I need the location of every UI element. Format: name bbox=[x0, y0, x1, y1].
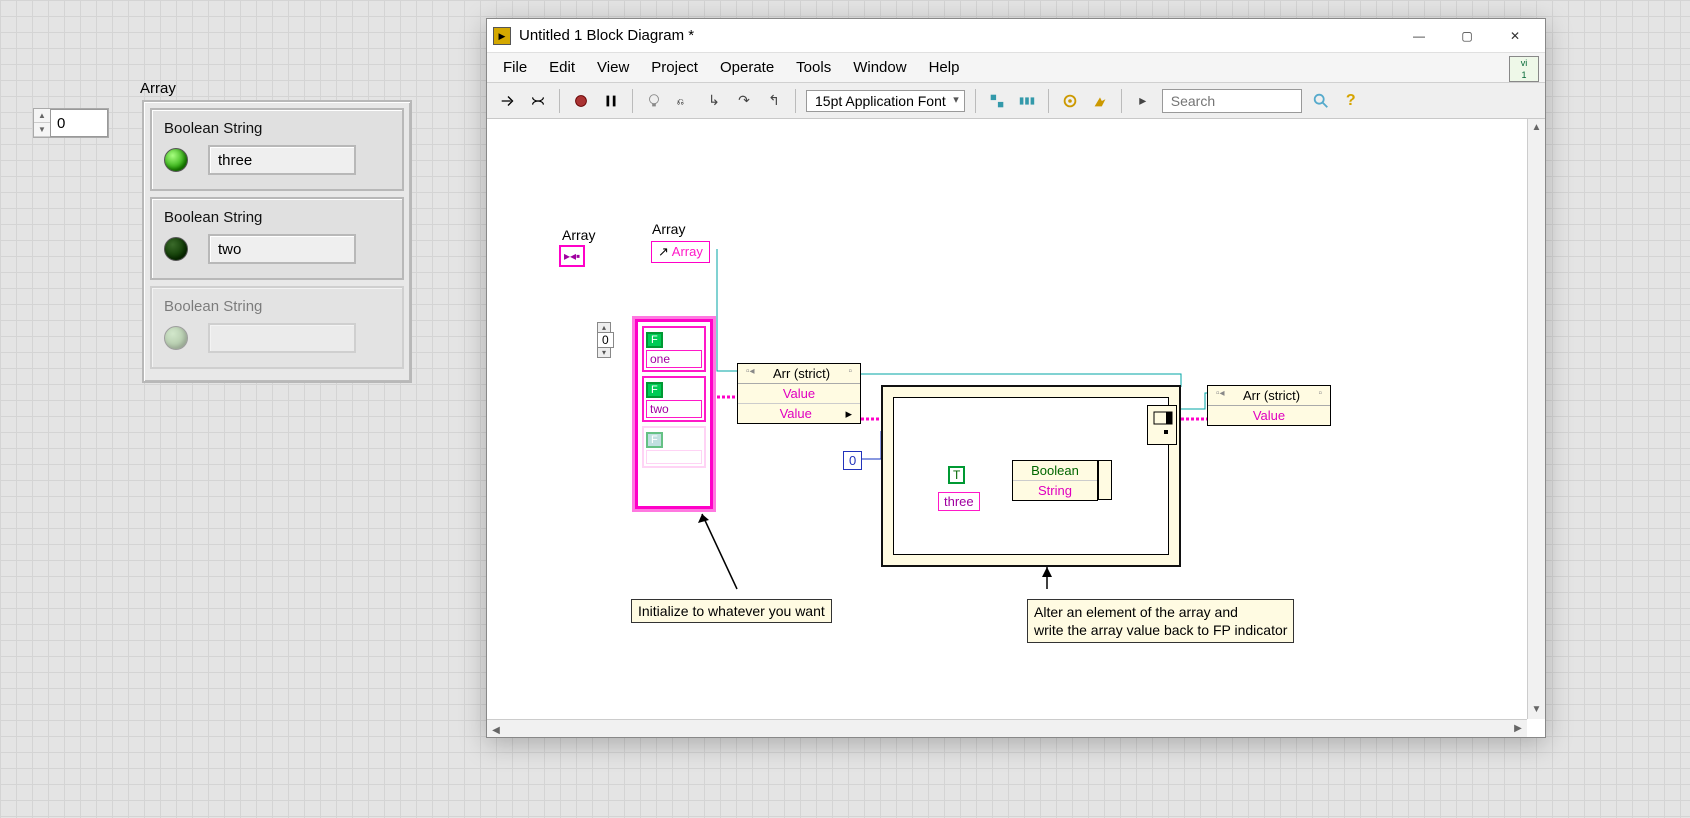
array-frame: Boolean String three Boolean String two … bbox=[142, 100, 412, 383]
help-icon[interactable]: ? bbox=[1340, 90, 1362, 112]
abort-icon[interactable] bbox=[570, 90, 592, 112]
note-line: Alter an element of the array and bbox=[1034, 603, 1287, 621]
minimize-button[interactable]: — bbox=[1395, 21, 1443, 51]
bundle-terminal-icon bbox=[1098, 460, 1112, 500]
property-node-arr-strict-2[interactable]: ▫◂Arr (strict)▫ Value bbox=[1207, 385, 1331, 426]
menu-help[interactable]: Help bbox=[919, 56, 970, 79]
highlight-bulb-icon[interactable] bbox=[643, 90, 665, 112]
cluster-title: Boolean String bbox=[164, 120, 390, 137]
boolean-led-icon[interactable] bbox=[164, 148, 188, 172]
array-element-0[interactable]: Boolean String three bbox=[150, 108, 404, 191]
cluster-title: Boolean String bbox=[164, 298, 390, 315]
scroll-up-icon[interactable]: ▲ bbox=[1528, 119, 1545, 137]
index-increment-icon[interactable]: ▲ bbox=[34, 109, 50, 123]
step-over-icon[interactable]: ↷ bbox=[733, 90, 755, 112]
menu-edit[interactable]: Edit bbox=[539, 56, 585, 79]
bundle-by-name-node[interactable]: Boolean String bbox=[1012, 460, 1098, 501]
menu-view[interactable]: View bbox=[587, 56, 639, 79]
search-icon[interactable] bbox=[1310, 90, 1332, 112]
note-alter[interactable]: Alter an element of the array and write … bbox=[1027, 599, 1294, 643]
string-input[interactable]: two bbox=[208, 234, 356, 264]
build-output-node[interactable] bbox=[1147, 405, 1177, 445]
bool-const[interactable]: F bbox=[646, 332, 663, 348]
prop-node-title: Arr (strict) bbox=[773, 366, 830, 381]
boolean-led-icon[interactable] bbox=[164, 326, 188, 350]
array-label: Array bbox=[140, 80, 176, 97]
menu-project[interactable]: Project bbox=[641, 56, 708, 79]
titlebar[interactable]: ▶ Untitled 1 Block Diagram * — ▢ ✕ bbox=[487, 19, 1545, 53]
string-const[interactable]: two bbox=[646, 400, 702, 418]
block-diagram-window: ▶ Untitled 1 Block Diagram * — ▢ ✕ File … bbox=[486, 18, 1546, 738]
menu-window[interactable]: Window bbox=[843, 56, 916, 79]
note-line: write the array value back to FP indicat… bbox=[1034, 621, 1287, 639]
context-help-icon[interactable]: vi1 bbox=[1509, 56, 1539, 82]
array-index-input[interactable] bbox=[50, 109, 108, 137]
scroll-down-icon[interactable]: ▼ bbox=[1528, 701, 1545, 719]
step-into-icon[interactable]: ↳ bbox=[703, 90, 725, 112]
array-local-label: Array bbox=[652, 221, 685, 237]
array-typedef-node[interactable]: ▸◂▪ bbox=[559, 245, 585, 267]
property-node-arr-strict-1[interactable]: ▫◂Arr (strict)▫ Value Value▸ bbox=[737, 363, 861, 424]
menu-operate[interactable]: Operate bbox=[710, 56, 784, 79]
array-element-2[interactable]: Boolean String bbox=[150, 286, 404, 369]
cluster-title: Boolean String bbox=[164, 209, 390, 226]
run-continuous-icon[interactable] bbox=[527, 90, 549, 112]
cluster-elem-2[interactable]: F bbox=[642, 426, 706, 468]
step-out-icon[interactable]: ↰ bbox=[763, 90, 785, 112]
cluster-constant-array[interactable]: F one F two F bbox=[635, 319, 713, 509]
bool-const[interactable]: F bbox=[646, 432, 663, 448]
cluster-elem-1[interactable]: F two bbox=[642, 376, 706, 422]
reorder-icon[interactable] bbox=[1059, 90, 1081, 112]
boolean-led-icon[interactable] bbox=[164, 237, 188, 261]
run-arrow-icon[interactable] bbox=[497, 90, 519, 112]
close-button[interactable]: ✕ bbox=[1491, 21, 1539, 51]
app-icon: ▶ bbox=[493, 27, 511, 45]
retain-wire-icon[interactable]: ⎌ bbox=[673, 90, 695, 112]
string-input[interactable]: three bbox=[208, 145, 356, 175]
svg-text:⎌: ⎌ bbox=[677, 96, 684, 106]
array-index-control[interactable]: ▲ ▼ bbox=[33, 108, 109, 138]
maximize-button[interactable]: ▢ bbox=[1443, 21, 1491, 51]
align-icon[interactable] bbox=[986, 90, 1008, 112]
prop-node-row[interactable]: Value▸ bbox=[738, 403, 860, 423]
bool-const[interactable]: F bbox=[646, 382, 663, 398]
array-local-variable[interactable]: Array bbox=[651, 241, 710, 263]
replace-index-constant[interactable]: 0 bbox=[843, 451, 862, 470]
window-title: Untitled 1 Block Diagram * bbox=[519, 27, 1395, 44]
prop-node-row[interactable]: Value bbox=[1208, 406, 1330, 425]
string-const[interactable] bbox=[646, 450, 702, 464]
index-decrement-icon[interactable]: ▼ bbox=[34, 123, 50, 137]
cluster-index-value[interactable]: 0 bbox=[597, 332, 614, 348]
horizontal-scrollbar[interactable]: ◀ ▶ bbox=[487, 719, 1527, 737]
font-selector[interactable]: 15pt Application Font bbox=[806, 90, 965, 112]
array-constant-label: Array bbox=[562, 227, 595, 243]
cluster-elem-0[interactable]: F one bbox=[642, 326, 706, 372]
menu-file[interactable]: File bbox=[493, 56, 537, 79]
bundle-field[interactable]: String bbox=[1013, 480, 1097, 500]
pause-icon[interactable] bbox=[600, 90, 622, 112]
string-input[interactable] bbox=[208, 323, 356, 353]
search-input[interactable] bbox=[1162, 89, 1302, 113]
toolbar: ⎌ ↳ ↷ ↰ 15pt Application Font ▸ ? bbox=[487, 83, 1545, 119]
menu-tools[interactable]: Tools bbox=[786, 56, 841, 79]
scroll-left-icon[interactable]: ◀ bbox=[487, 722, 505, 737]
note-initialize[interactable]: Initialize to whatever you want bbox=[631, 599, 832, 623]
diagram-canvas[interactable]: Array ▸◂▪ Array Array ▴ 0 ▾ F one bbox=[487, 119, 1545, 737]
true-constant[interactable]: T bbox=[948, 466, 965, 484]
search-nav-icon[interactable]: ▸ bbox=[1132, 90, 1154, 112]
prop-node-row[interactable]: Value bbox=[738, 384, 860, 403]
distribute-icon[interactable] bbox=[1016, 90, 1038, 112]
vertical-scrollbar[interactable]: ▲ ▼ bbox=[1527, 119, 1545, 719]
cluster-index-up-icon[interactable]: ▴ bbox=[597, 322, 611, 332]
three-string-constant[interactable]: three bbox=[938, 492, 980, 511]
bundle-field[interactable]: Boolean bbox=[1013, 461, 1097, 480]
cluster-index-down-icon[interactable]: ▾ bbox=[597, 348, 611, 358]
string-const[interactable]: one bbox=[646, 350, 702, 368]
flat-sequence-structure[interactable]: T three Boolean String bbox=[881, 385, 1181, 567]
menubar: File Edit View Project Operate Tools Win… bbox=[487, 53, 1545, 83]
cleanup-icon[interactable] bbox=[1089, 90, 1111, 112]
array-element-1[interactable]: Boolean String two bbox=[150, 197, 404, 280]
scroll-right-icon[interactable]: ▶ bbox=[1509, 720, 1527, 737]
prop-node-title: Arr (strict) bbox=[1243, 388, 1300, 403]
